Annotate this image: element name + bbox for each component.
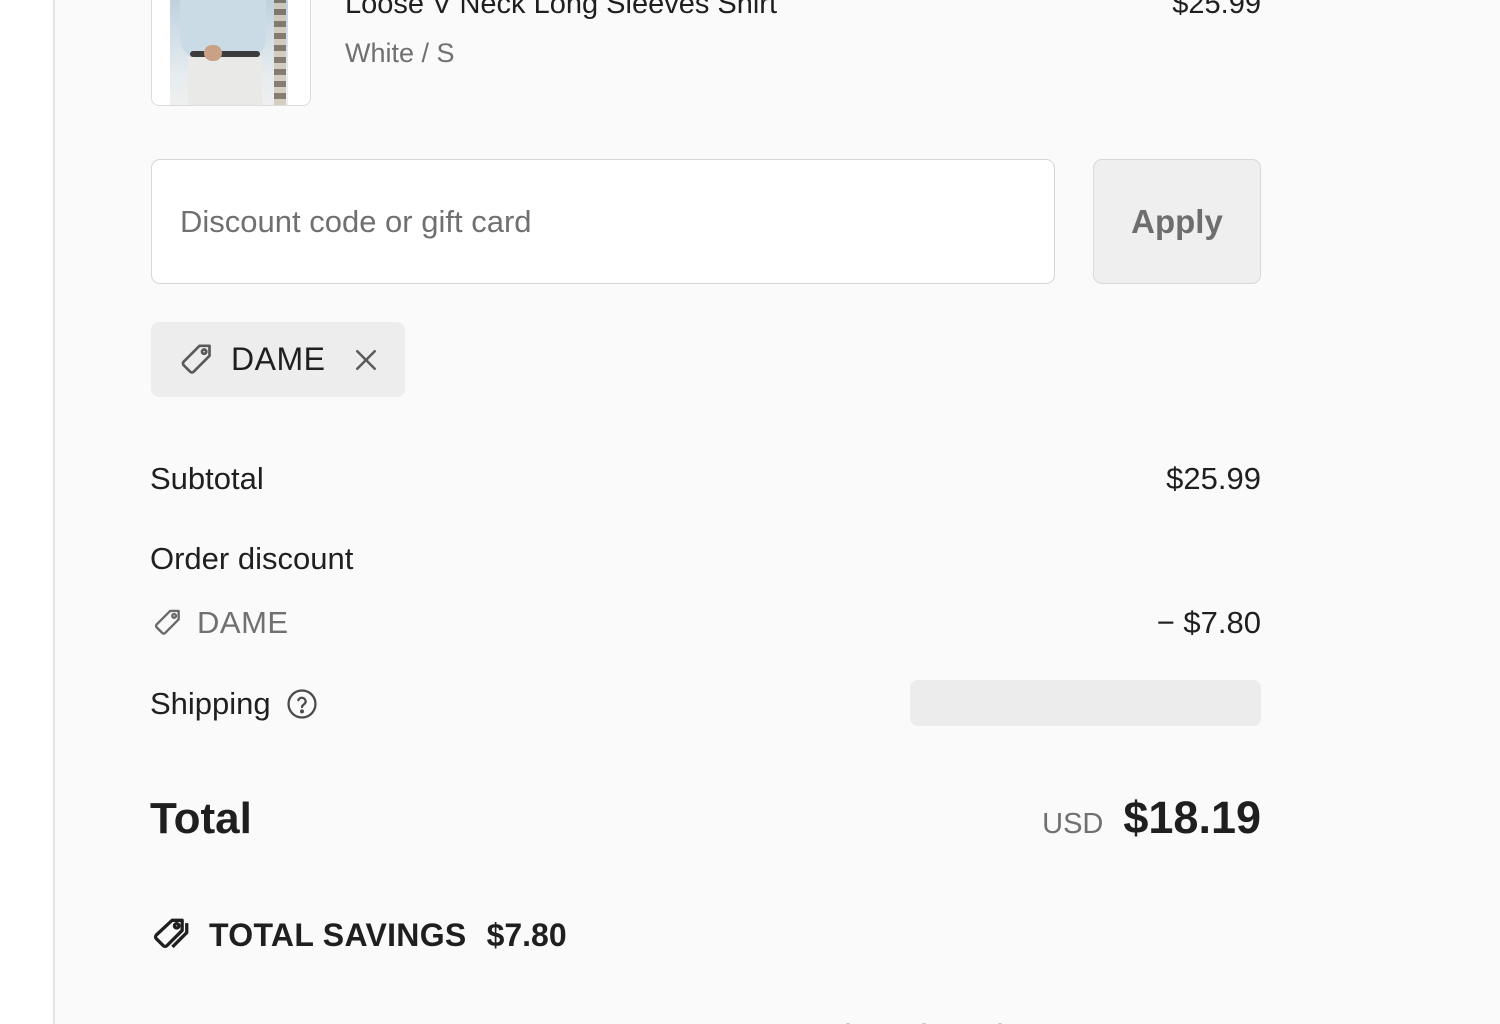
product-photo	[170, 0, 288, 105]
total-label: Total	[150, 794, 252, 843]
subtotal-label: Subtotal	[150, 461, 264, 496]
shipping-label: Shipping	[150, 686, 271, 721]
total-currency: USD	[1042, 808, 1104, 840]
total-savings-label: TOTAL SAVINGS	[209, 916, 467, 953]
discount-amount: − $7.80	[1156, 605, 1261, 640]
product-thumbnail	[151, 0, 311, 106]
discount-code-row: DAME	[151, 605, 289, 641]
product-name: Loose V Neck Long Sleeves Shirt	[345, 0, 778, 20]
discount-code-input[interactable]	[151, 159, 1055, 284]
discount-code-text: DAME	[197, 605, 289, 640]
product-price: $25.99	[1172, 0, 1261, 20]
tag-icon	[177, 340, 217, 380]
question-circle-icon[interactable]	[285, 687, 319, 721]
product-variant: White / S	[345, 38, 455, 68]
order-summary-panel: Loose V Neck Long Sleeves Shirt White / …	[55, 0, 1500, 1024]
tags-icon	[151, 913, 195, 957]
total-savings-amount: $7.80	[486, 916, 567, 953]
main-content-edge	[0, 0, 53, 1024]
checkout-page: Loose V Neck Long Sleeves Shirt White / …	[0, 0, 1500, 1024]
total-value: USD $18.19	[1042, 792, 1261, 844]
shipping-value-placeholder	[910, 680, 1261, 726]
tag-icon	[151, 606, 185, 640]
applied-discount-chip: DAME	[151, 322, 405, 397]
cut-off-content	[845, 1016, 1095, 1024]
applied-code-label: DAME	[231, 341, 326, 377]
total-amount: $18.19	[1123, 792, 1261, 843]
apply-button[interactable]: Apply	[1093, 159, 1261, 284]
total-savings-row: TOTAL SAVINGS $7.80	[151, 913, 567, 957]
order-discount-label: Order discount	[150, 541, 354, 576]
shipping-row: Shipping	[150, 686, 319, 722]
subtotal-value: $25.99	[1166, 461, 1261, 496]
close-icon[interactable]	[351, 345, 381, 375]
